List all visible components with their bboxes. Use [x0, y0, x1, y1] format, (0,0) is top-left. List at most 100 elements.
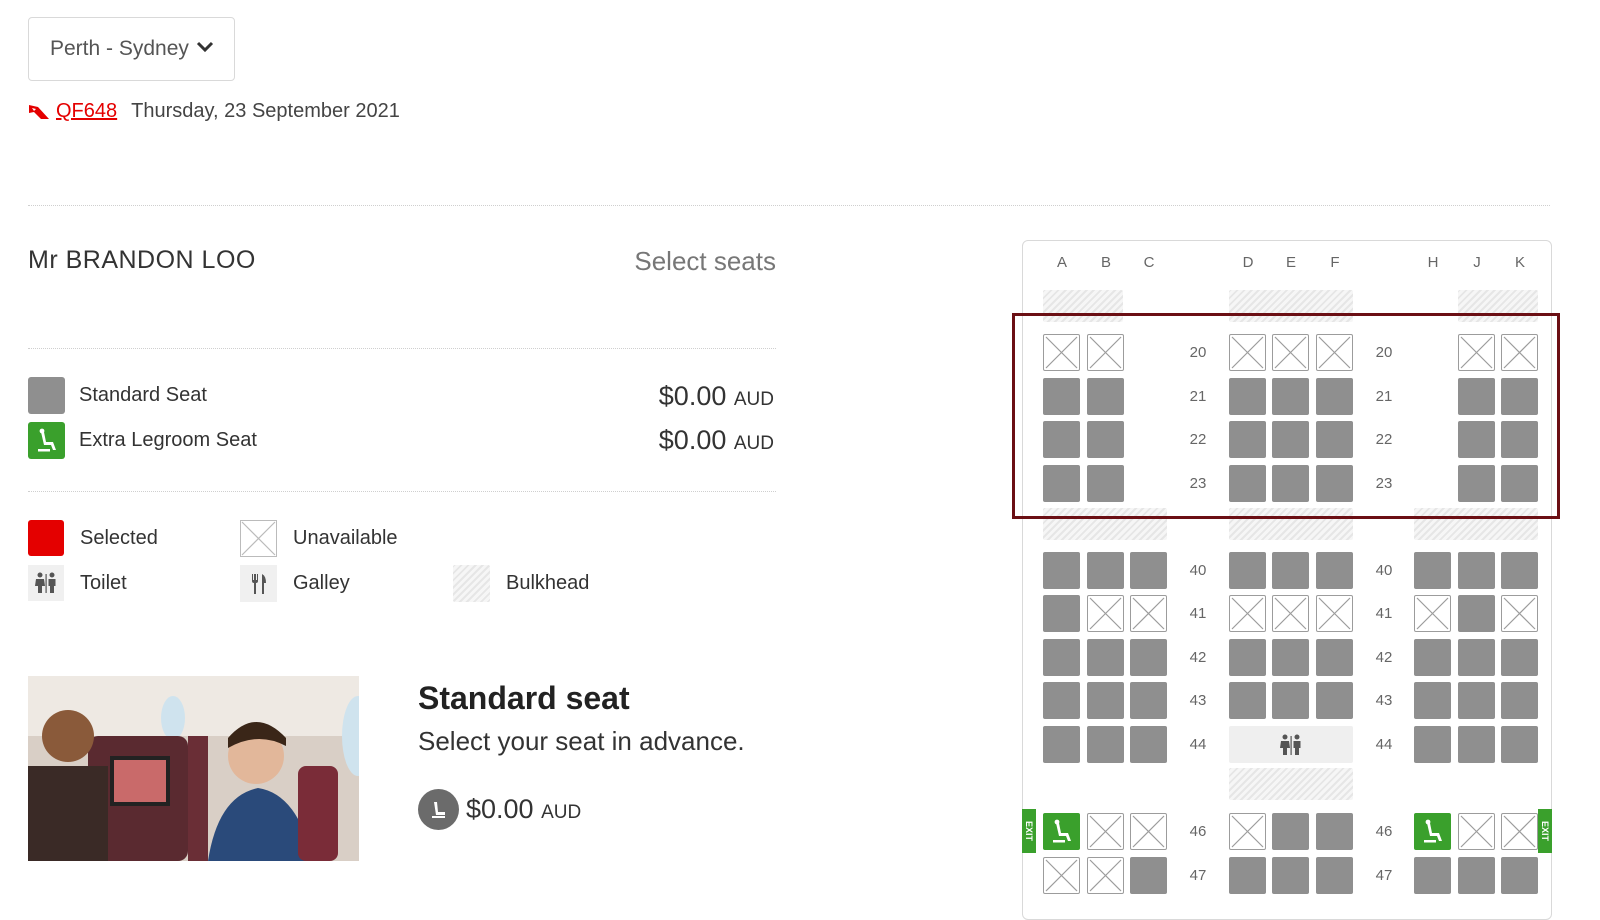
row-number: 47 [1189, 867, 1207, 884]
seat-44C[interactable] [1130, 726, 1167, 763]
seat-42E[interactable] [1272, 639, 1309, 676]
price-currency: AUD [541, 802, 582, 823]
seat-47H[interactable] [1414, 857, 1451, 894]
seat-info-title: Standard seat [418, 680, 630, 716]
legend-label: Toilet [80, 571, 127, 594]
seat-47E[interactable] [1272, 857, 1309, 894]
seat-43E[interactable] [1272, 682, 1309, 719]
seat-43J[interactable] [1458, 682, 1495, 719]
flight-info: QF648 Thursday, 23 September 2021 [28, 100, 400, 123]
seat-44K[interactable] [1501, 726, 1538, 763]
bulkhead-swatch [453, 565, 490, 602]
seat-41E[interactable] [1272, 595, 1309, 632]
column-letter-j: J [1473, 254, 1481, 271]
seat-40H[interactable] [1414, 552, 1451, 589]
seat-47F[interactable] [1316, 857, 1353, 894]
seat-46J[interactable] [1458, 813, 1495, 850]
seat-42F[interactable] [1316, 639, 1353, 676]
seat-46D[interactable] [1229, 813, 1266, 850]
seat-41K[interactable] [1501, 595, 1538, 632]
seat-42A[interactable] [1043, 639, 1080, 676]
route-dropdown[interactable]: Perth - Sydney [28, 17, 235, 81]
seat-40B[interactable] [1087, 552, 1124, 589]
seat-47A[interactable] [1043, 857, 1080, 894]
seat-42K[interactable] [1501, 639, 1538, 676]
extra-legroom-seat-price: $0.00 AUD [600, 425, 774, 456]
seat-44J[interactable] [1458, 726, 1495, 763]
seat-44H[interactable] [1414, 726, 1451, 763]
route-dropdown-value: Perth - Sydney [50, 37, 189, 60]
column-letter-c: C [1143, 254, 1155, 271]
seat-47K[interactable] [1501, 857, 1538, 894]
seat-47D[interactable] [1229, 857, 1266, 894]
row-number: 44 [1189, 736, 1207, 753]
seat-43D[interactable] [1229, 682, 1266, 719]
seat-40K[interactable] [1501, 552, 1538, 589]
seat-42D[interactable] [1229, 639, 1266, 676]
seat-47C[interactable] [1130, 857, 1167, 894]
column-letter-f: F [1330, 254, 1340, 271]
seat-42H[interactable] [1414, 639, 1451, 676]
seat-type-label: Extra Legroom Seat [79, 429, 257, 451]
seat-46B[interactable] [1087, 813, 1124, 850]
seat-42C[interactable] [1130, 639, 1167, 676]
seat-40E[interactable] [1272, 552, 1309, 589]
legend-unavailable: Unavailable [240, 520, 398, 557]
legend-galley: Galley [240, 565, 350, 602]
divider [28, 491, 776, 492]
flight-date: Thursday, 23 September 2021 [131, 100, 400, 122]
seat-43C[interactable] [1130, 682, 1167, 719]
row-number: 43 [1189, 692, 1207, 709]
seat-46K[interactable] [1501, 813, 1538, 850]
toilet-icon [28, 565, 64, 601]
column-letter-a: A [1056, 254, 1067, 271]
seat-47B[interactable] [1087, 857, 1124, 894]
seat-43F[interactable] [1316, 682, 1353, 719]
column-letter-b: B [1100, 254, 1111, 271]
seat-46H[interactable] [1414, 813, 1451, 850]
seat-41F[interactable] [1316, 595, 1353, 632]
seat-47J[interactable] [1458, 857, 1495, 894]
seat-42B[interactable] [1087, 639, 1124, 676]
seat-46A[interactable] [1043, 813, 1080, 850]
seat-41H[interactable] [1414, 595, 1451, 632]
seat-41B[interactable] [1087, 595, 1124, 632]
seat-type-extra-legroom: Extra Legroom Seat [28, 422, 257, 459]
standard-seat-price: $0.00 AUD [600, 381, 774, 412]
seat-42J[interactable] [1458, 639, 1495, 676]
galley-icon [240, 565, 277, 602]
seat-46E[interactable] [1272, 813, 1309, 850]
seat-46F[interactable] [1316, 813, 1353, 850]
row-number: 42 [1375, 649, 1393, 666]
seat-43K[interactable] [1501, 682, 1538, 719]
seat-40D[interactable] [1229, 552, 1266, 589]
seat-44B[interactable] [1087, 726, 1124, 763]
seat-40C[interactable] [1130, 552, 1167, 589]
row-number: 46 [1375, 823, 1393, 840]
seat-40A[interactable] [1043, 552, 1080, 589]
row-number: 43 [1375, 692, 1393, 709]
seat-43B[interactable] [1087, 682, 1124, 719]
seat-40F[interactable] [1316, 552, 1353, 589]
seat-info-description: Select your seat in advance. [418, 726, 745, 756]
legend-selected: Selected [28, 520, 158, 556]
flight-number-link[interactable]: QF648 [56, 100, 117, 123]
column-letter-h: H [1427, 254, 1439, 271]
exit-label: EXIT [1540, 820, 1551, 842]
seat-43A[interactable] [1043, 682, 1080, 719]
airline-logo-icon [29, 104, 49, 119]
seat-41D[interactable] [1229, 595, 1266, 632]
legend-bulkhead: Bulkhead [453, 565, 589, 602]
column-letter-k: K [1514, 254, 1525, 271]
seat-40J[interactable] [1458, 552, 1495, 589]
column-letter-d: D [1242, 254, 1254, 271]
seat-44A[interactable] [1043, 726, 1080, 763]
seat-43H[interactable] [1414, 682, 1451, 719]
seat-46C[interactable] [1130, 813, 1167, 850]
seat-41C[interactable] [1130, 595, 1167, 632]
exit-label: EXIT [1024, 820, 1035, 842]
row-number: 42 [1189, 649, 1207, 666]
legend-label: Bulkhead [506, 572, 590, 594]
seat-41J[interactable] [1458, 595, 1495, 632]
seat-41A[interactable] [1043, 595, 1080, 632]
